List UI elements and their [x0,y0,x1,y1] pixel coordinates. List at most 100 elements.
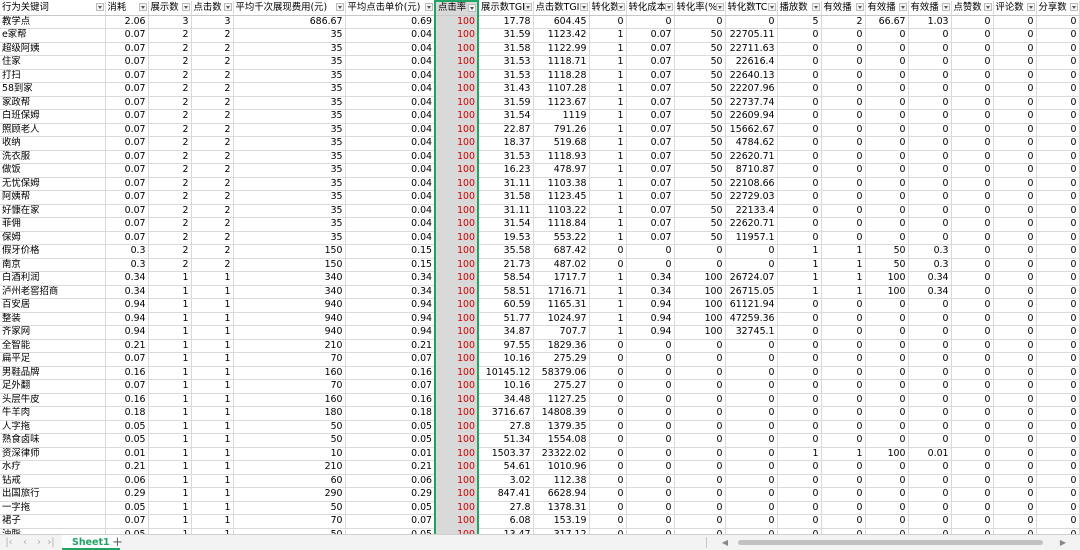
table-cell[interactable]: 0 [725,420,778,434]
table-cell[interactable]: 34.87 [478,325,534,340]
table-cell[interactable]: 100 [434,42,479,56]
table-cell[interactable]: 1103.38 [533,177,590,191]
table-cell[interactable]: 0 [589,420,627,434]
table-cell[interactable]: 0 [865,379,909,394]
table-cell[interactable]: 1829.36 [533,339,590,353]
table-cell[interactable]: 0 [865,150,909,164]
table-cell[interactable]: 0.04 [345,231,436,245]
column-header[interactable]: 转化率(% [674,1,726,16]
table-cell[interactable]: 0.07 [105,352,149,367]
table-cell[interactable]: 0 [777,487,822,502]
table-cell[interactable]: 0 [589,339,627,353]
table-cell[interactable]: 0 [908,514,952,529]
table-cell[interactable]: 31.53 [478,69,534,83]
table-cell[interactable]: 1 [777,285,822,299]
table-cell[interactable]: 2 [191,231,234,245]
table-cell[interactable]: 0 [725,487,778,502]
table-cell[interactable]: 1 [191,366,234,380]
table-cell[interactable]: 2 [148,28,192,43]
table-cell[interactable]: 0.94 [626,312,675,326]
table-cell[interactable]: 54.61 [478,460,534,475]
table-cell[interactable]: 0.07 [626,231,675,245]
table-cell[interactable]: 0.05 [105,433,149,448]
table-cell[interactable]: 1 [148,298,192,313]
table-cell[interactable]: 26724.07 [725,271,778,286]
table-cell[interactable]: 0 [865,393,909,407]
table-cell[interactable]: 0 [993,96,1037,110]
keyword-cell[interactable]: 洗衣服 [0,150,106,164]
table-cell[interactable]: 1 [191,393,234,407]
table-cell[interactable]: 1 [191,501,234,515]
table-cell[interactable]: 210 [233,339,346,353]
table-cell[interactable]: 100 [434,487,479,502]
table-cell[interactable]: 0 [951,501,994,515]
table-cell[interactable]: 0 [725,244,778,259]
table-cell[interactable]: 0 [993,271,1037,286]
table-cell[interactable]: 0 [993,217,1037,232]
table-cell[interactable]: 0 [589,433,627,448]
table-cell[interactable]: 0 [951,28,994,43]
table-cell[interactable]: 0 [908,136,952,151]
table-cell[interactable]: 0.34 [626,285,675,299]
table-cell[interactable]: 0 [821,501,866,515]
table-cell[interactable]: 0 [821,177,866,191]
table-cell[interactable]: 0 [908,379,952,394]
table-cell[interactable]: 0 [951,96,994,110]
table-cell[interactable]: 0 [777,217,822,232]
table-cell[interactable]: 0 [993,514,1037,529]
table-cell[interactable]: 0 [821,136,866,151]
table-cell[interactable]: 0 [908,123,952,137]
column-header[interactable]: 点赞数 [951,1,994,16]
table-cell[interactable]: 22108.66 [725,177,778,191]
table-cell[interactable]: 60.59 [478,298,534,313]
table-cell[interactable]: 0 [865,204,909,218]
table-cell[interactable]: 1 [589,163,627,178]
table-cell[interactable]: 2 [191,217,234,232]
table-cell[interactable]: 0 [821,190,866,205]
table-cell[interactable]: 0 [626,339,675,353]
table-cell[interactable]: 0.07 [105,190,149,205]
table-cell[interactable]: 0 [821,379,866,394]
scroll-left-icon[interactable]: ◀ [720,537,730,548]
table-cell[interactable]: 100 [434,177,479,191]
table-cell[interactable]: 1 [148,420,192,434]
table-cell[interactable]: 0 [777,501,822,515]
table-cell[interactable]: 6.08 [478,514,534,529]
table-cell[interactable]: 0 [626,487,675,502]
table-cell[interactable]: 2 [148,231,192,245]
table-cell[interactable]: 2 [148,109,192,124]
table-cell[interactable]: 0.16 [105,366,149,380]
table-cell[interactable]: 686.67 [233,15,346,29]
table-cell[interactable]: 1119 [533,109,590,124]
table-cell[interactable]: 2 [191,96,234,110]
table-cell[interactable]: 0.07 [105,204,149,218]
table-cell[interactable]: 58379.06 [533,366,590,380]
keyword-cell[interactable]: 男鞋品牌 [0,366,106,380]
table-cell[interactable]: 0 [865,501,909,515]
table-cell[interactable]: 0 [777,406,822,421]
table-cell[interactable]: 0 [821,298,866,313]
table-cell[interactable]: 0.07 [626,55,675,70]
table-cell[interactable]: 0 [1036,190,1080,205]
table-cell[interactable]: 0 [908,474,952,488]
column-header[interactable]: 点击数TGI [533,1,590,16]
table-cell[interactable]: 2 [191,244,234,259]
table-cell[interactable]: 50 [674,55,726,70]
table-cell[interactable]: 2 [148,163,192,178]
table-cell[interactable]: 0 [821,163,866,178]
table-cell[interactable]: 0 [1036,150,1080,164]
table-cell[interactable]: 0 [993,501,1037,515]
table-cell[interactable]: 1 [148,514,192,529]
table-cell[interactable]: 0.04 [345,136,436,151]
table-cell[interactable]: 0.21 [105,460,149,475]
table-cell[interactable]: 31.59 [478,28,534,43]
table-cell[interactable]: 0 [821,55,866,70]
table-cell[interactable]: 0 [908,352,952,367]
table-cell[interactable]: 0 [1036,217,1080,232]
table-cell[interactable]: 0 [821,82,866,97]
table-cell[interactable]: 0 [908,28,952,43]
keyword-cell[interactable]: 资深律师 [0,447,106,461]
table-cell[interactable]: 1 [191,474,234,488]
table-cell[interactable]: 0 [589,474,627,488]
table-cell[interactable]: 2 [191,204,234,218]
